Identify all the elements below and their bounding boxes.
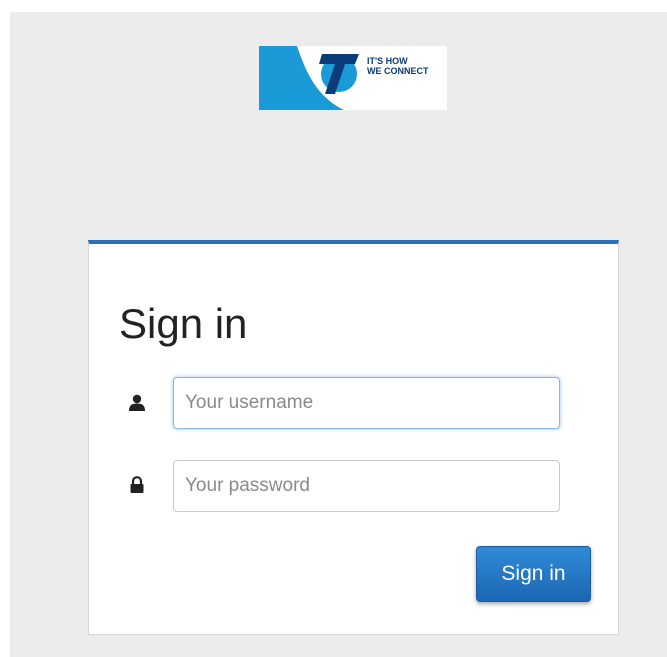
sign-in-button[interactable]: Sign in xyxy=(476,546,591,602)
username-input[interactable] xyxy=(173,377,560,429)
user-icon xyxy=(128,394,146,412)
telstra-logo: IT'S HOW WE CONNECT xyxy=(259,46,447,110)
lock-icon xyxy=(128,476,146,494)
telstra-logo-graphic: IT'S HOW WE CONNECT xyxy=(259,46,429,110)
logo-tagline-line1: IT'S HOW xyxy=(367,56,408,66)
logo-tagline-line2: WE CONNECT xyxy=(367,66,429,76)
login-page: IT'S HOW WE CONNECT Sign in Sign in xyxy=(10,12,667,657)
signin-panel: Sign in Sign in xyxy=(88,240,619,635)
signin-title: Sign in xyxy=(119,300,248,347)
password-input[interactable] xyxy=(173,460,560,512)
